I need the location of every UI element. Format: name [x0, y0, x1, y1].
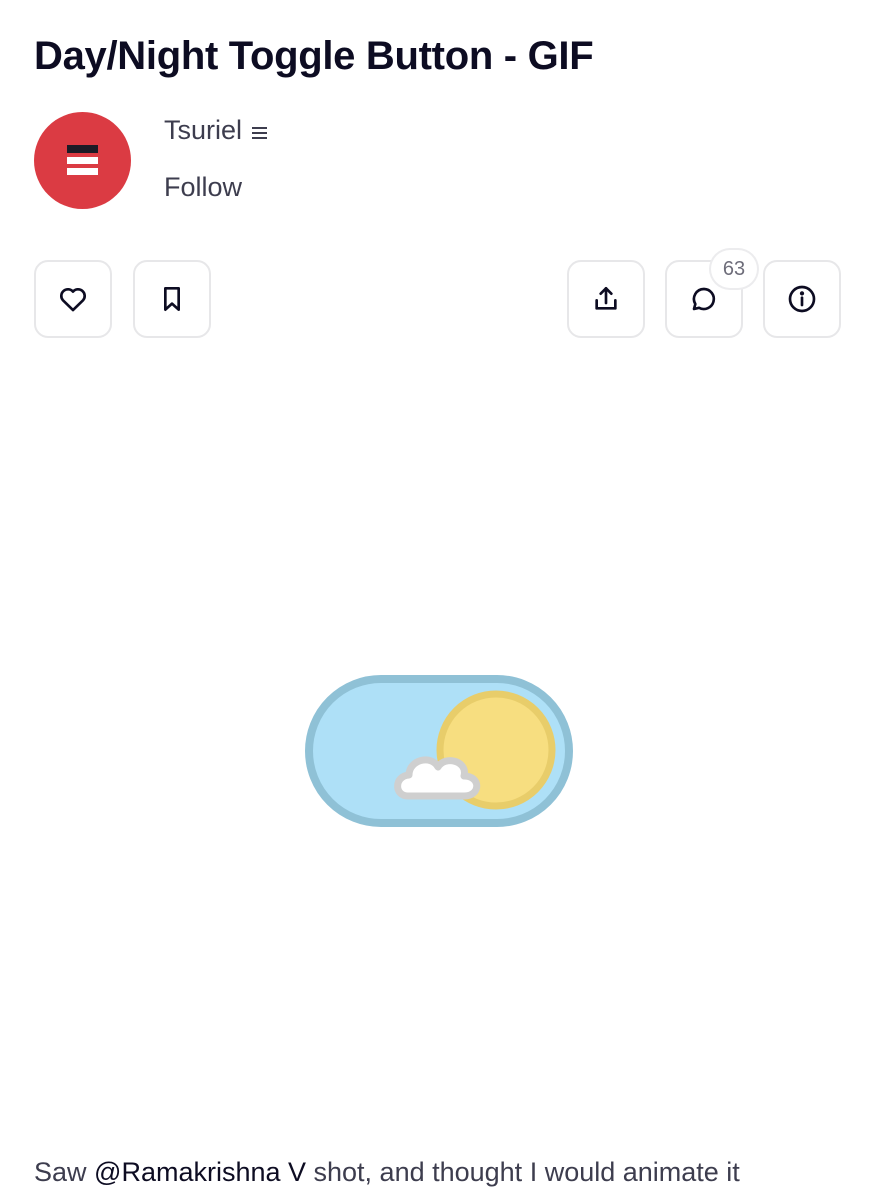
follow-button[interactable]: Follow	[164, 172, 242, 203]
avatar[interactable]	[34, 112, 131, 209]
author-name-row[interactable]: Tsuriel	[164, 115, 268, 146]
info-button[interactable]	[763, 260, 841, 338]
comment-count-badge: 63	[711, 250, 757, 288]
description-prefix: Saw	[34, 1157, 95, 1187]
day-night-toggle-illustration	[305, 675, 573, 827]
info-icon	[788, 285, 816, 313]
author-name[interactable]: Tsuriel	[164, 115, 242, 146]
shot-page: Day/Night Toggle Button - GIF Tsuriel Fo…	[0, 0, 877, 1200]
cloud-icon	[394, 756, 481, 800]
save-button[interactable]	[133, 260, 211, 338]
description-suffix: shot, and thought I would animate it	[306, 1157, 740, 1187]
avatar-logo-bar-top	[67, 145, 98, 153]
share-upload-icon	[595, 287, 617, 310]
page-title: Day/Night Toggle Button - GIF	[34, 34, 594, 78]
comment-bubble-icon	[692, 287, 716, 311]
avatar-logo-bar-bottom	[67, 168, 98, 175]
like-button[interactable]	[34, 260, 112, 338]
mention-link[interactable]: @Ramakrishna V	[94, 1157, 306, 1187]
share-button[interactable]	[567, 260, 645, 338]
menu-lines-icon	[252, 126, 268, 139]
avatar-logo-bar-middle	[67, 157, 98, 164]
heart-icon	[59, 287, 87, 312]
bookmark-icon	[164, 287, 180, 311]
shot-description: Saw @Ramakrishna V shot, and thought I w…	[34, 1157, 740, 1188]
